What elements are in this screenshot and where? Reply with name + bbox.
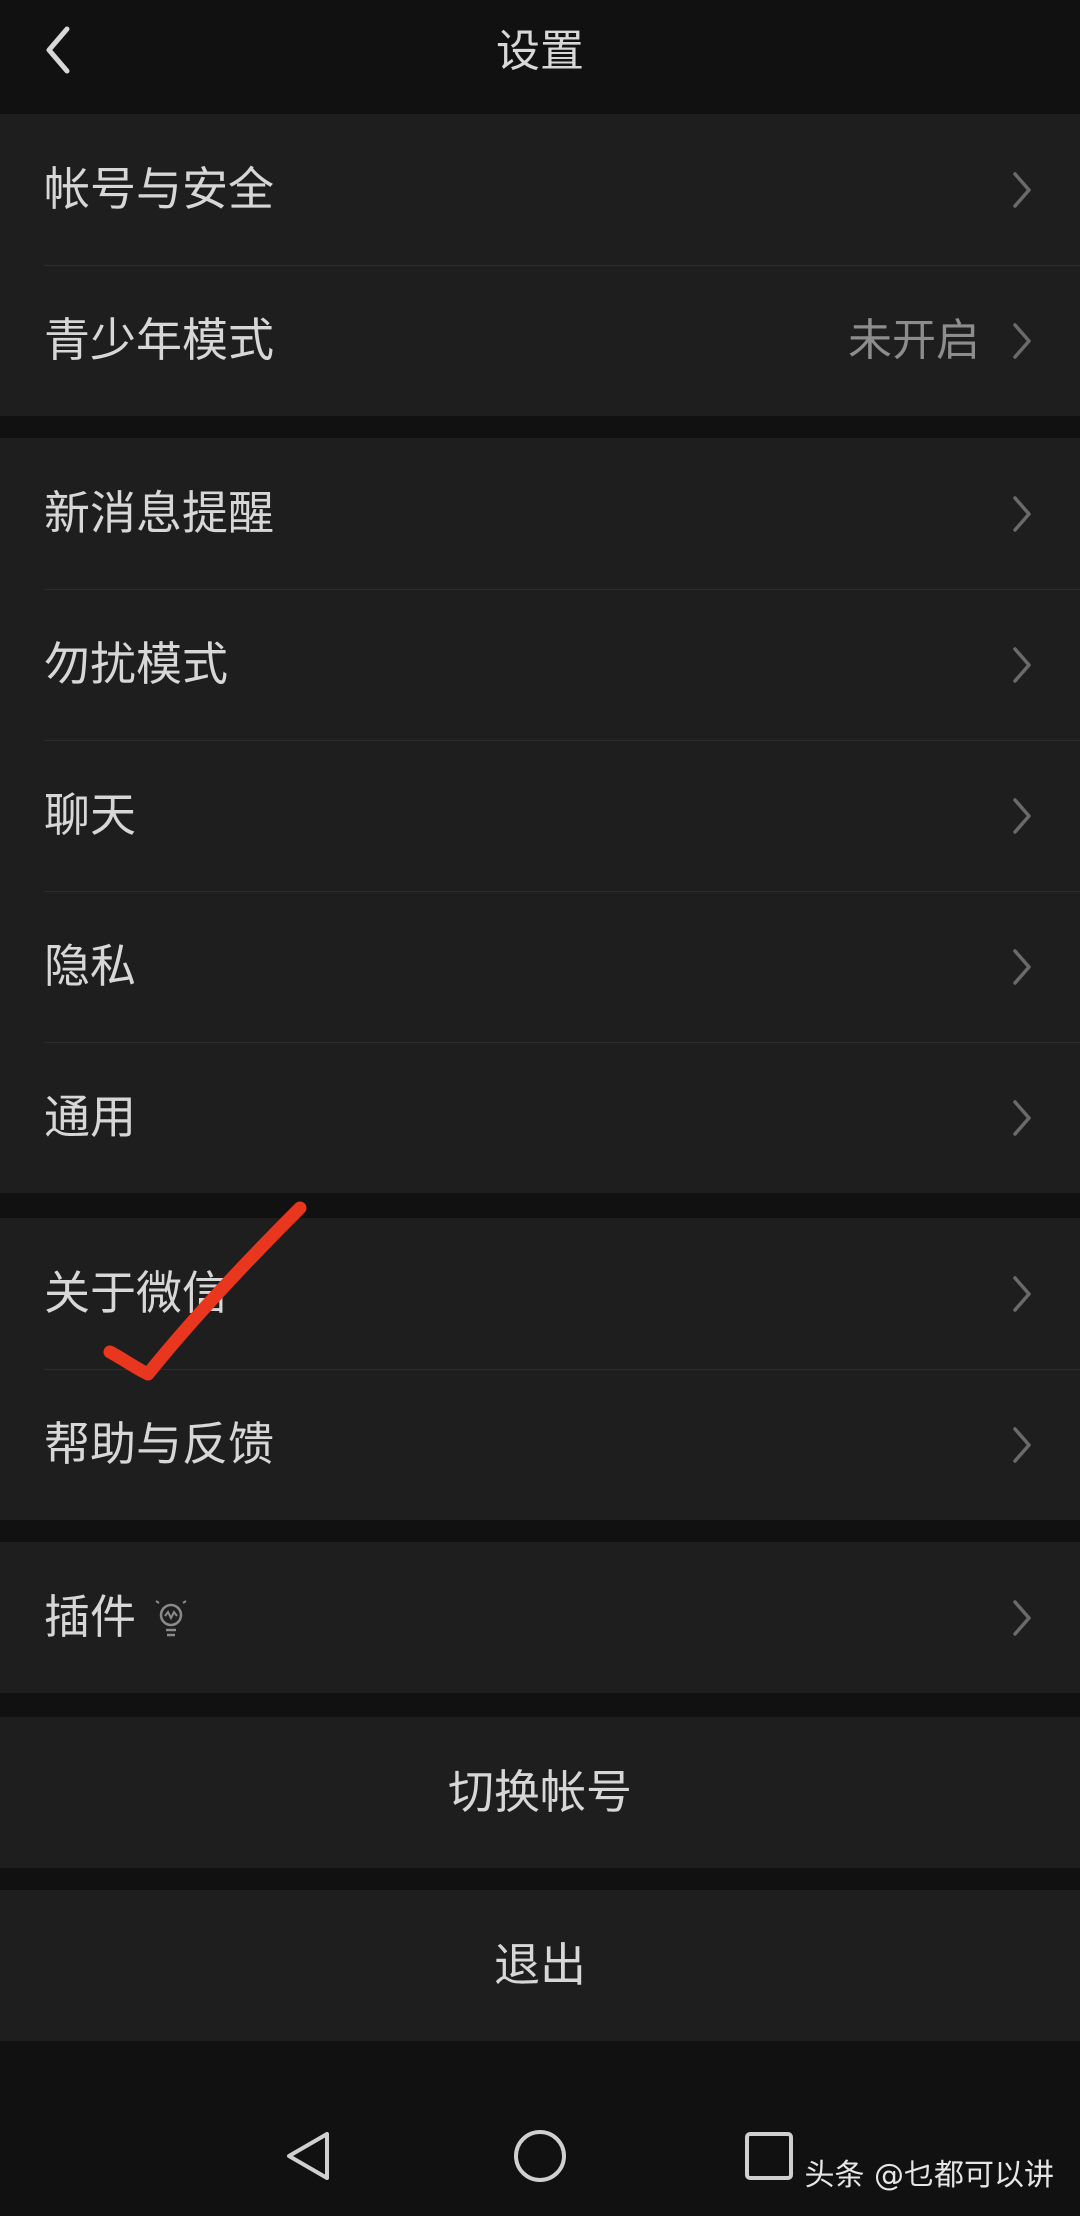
settings-row-notifications[interactable]: 新消息提醒: [0, 438, 1080, 589]
watermark: 头条 @乜都可以讲: [804, 2158, 1054, 2193]
settings-row-plugins[interactable]: 插件: [0, 1542, 1080, 1693]
row-label: 勿扰模式: [44, 637, 228, 691]
chevron-right-icon: [1013, 172, 1031, 208]
chevron-right-icon: [1013, 647, 1031, 683]
system-recents-button[interactable]: [734, 2124, 804, 2188]
chevron-right-icon: [1013, 1100, 1031, 1136]
settings-row-privacy[interactable]: 隐私: [0, 891, 1080, 1042]
row-label: 帮助与反馈: [44, 1417, 274, 1471]
logout-group: 退出: [0, 1890, 1080, 2041]
chevron-right-icon: [1013, 1600, 1031, 1636]
chevron-right-icon: [1013, 1276, 1031, 1312]
chevron-right-icon: [1013, 949, 1031, 985]
settings-row-general[interactable]: 通用: [0, 1042, 1080, 1193]
chevron-right-icon: [1013, 323, 1031, 359]
settings-screen: 设置 帐号与安全 青少年模式 未开启 新消息提醒 勿扰模式 聊天 隐私 通用 关…: [0, 0, 1080, 2216]
row-label: 关于微信: [44, 1266, 228, 1320]
settings-row-account-security[interactable]: 帐号与安全: [0, 114, 1080, 265]
switch-account-group: 切换帐号: [0, 1717, 1080, 1868]
settings-row-help-feedback[interactable]: 帮助与反馈: [0, 1369, 1080, 1520]
switch-account-button[interactable]: 切换帐号: [0, 1717, 1080, 1868]
system-back-button[interactable]: [274, 2124, 344, 2188]
circle-home-icon: [514, 2130, 566, 2182]
header-bar: 设置: [0, 0, 1080, 112]
chevron-right-icon: [1013, 798, 1031, 834]
chevron-right-icon: [1013, 496, 1031, 532]
row-label: 青少年模式: [44, 313, 274, 367]
general-settings-group: 新消息提醒 勿扰模式 聊天 隐私 通用: [0, 438, 1080, 1193]
chevron-right-icon: [1013, 1427, 1031, 1463]
lightbulb-icon: [155, 1600, 187, 1637]
settings-row-do-not-disturb[interactable]: 勿扰模式: [0, 589, 1080, 740]
account-group: 帐号与安全 青少年模式 未开启: [0, 114, 1080, 416]
triangle-back-icon: [287, 2132, 329, 2180]
settings-row-about-wechat[interactable]: 关于微信: [0, 1218, 1080, 1369]
logout-button[interactable]: 退出: [0, 1890, 1080, 2041]
row-label: 隐私: [44, 939, 136, 993]
system-home-button[interactable]: [505, 2124, 575, 2188]
row-label: 新消息提醒: [44, 486, 274, 540]
about-group: 关于微信 帮助与反馈: [0, 1218, 1080, 1520]
switch-account-label: 切换帐号: [448, 1765, 632, 1819]
teen-mode-status: 未开启: [848, 315, 980, 366]
page-title: 设置: [496, 26, 584, 77]
plugins-group: 插件: [0, 1542, 1080, 1693]
row-label: 插件: [44, 1590, 136, 1644]
settings-row-teen-mode[interactable]: 青少年模式 未开启: [0, 265, 1080, 416]
row-label: 帐号与安全: [44, 162, 274, 216]
square-recents-icon: [745, 2132, 793, 2180]
logout-label: 退出: [494, 1938, 586, 1992]
row-label: 通用: [44, 1090, 136, 1144]
row-label: 聊天: [44, 788, 136, 842]
settings-row-chat[interactable]: 聊天: [0, 740, 1080, 891]
